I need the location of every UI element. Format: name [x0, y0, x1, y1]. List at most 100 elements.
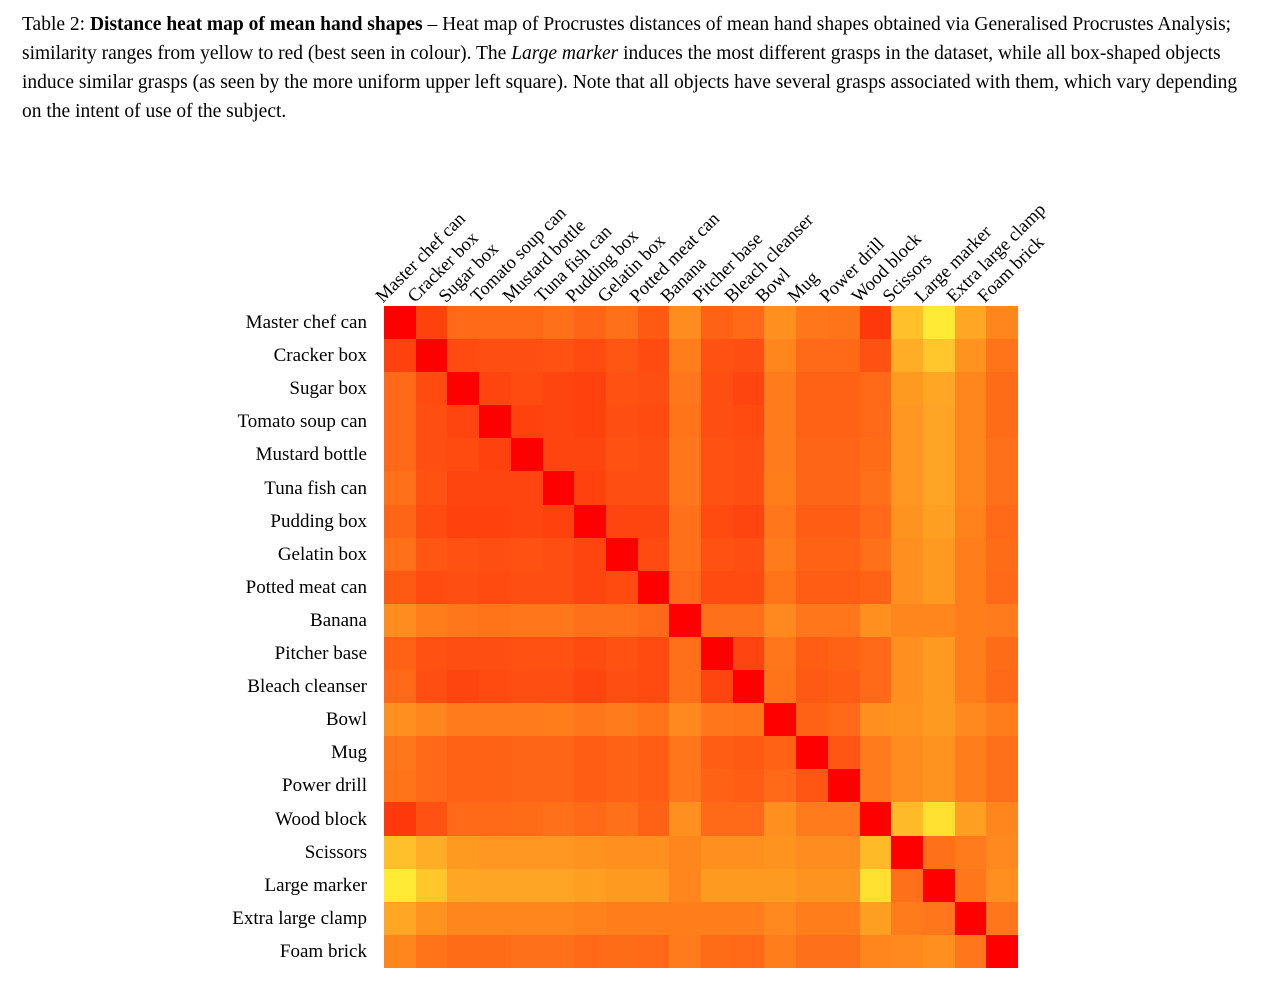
heatmap-cell [574, 835, 606, 869]
heatmap-cell [605, 703, 638, 737]
heatmap-cell [986, 670, 1018, 704]
heatmap-cell [605, 901, 638, 935]
heatmap-cell [764, 835, 797, 869]
heatmap-cell [637, 703, 670, 737]
heatmap-cell [479, 306, 511, 340]
heatmap-cell [669, 802, 701, 836]
heatmap-cell [954, 471, 987, 505]
heatmap-matrix [384, 306, 1018, 968]
heatmap-cell [669, 537, 701, 571]
heatmap-cell [827, 339, 860, 373]
heatmap-cell [986, 537, 1018, 571]
heatmap-cell [859, 405, 892, 439]
heatmap-cell [415, 703, 448, 737]
heatmap-cell [796, 670, 828, 704]
heatmap-cell [447, 504, 480, 538]
heatmap-cell [954, 405, 987, 439]
heatmap-cell [954, 736, 987, 770]
heatmap-cell [415, 570, 448, 604]
heatmap-cell [701, 306, 733, 340]
heatmap-cell [859, 471, 892, 505]
heatmap-cell [669, 901, 701, 935]
heatmap-cell [764, 504, 797, 538]
heatmap-cell [764, 802, 797, 836]
heatmap-cell [859, 438, 892, 472]
heatmap-cell [796, 372, 828, 406]
heatmap-cell [447, 670, 480, 704]
heatmap-cell [637, 868, 670, 902]
heatmap-cell [542, 769, 575, 803]
heatmap-cell [605, 603, 638, 637]
heatmap-plot-area [384, 306, 1018, 968]
heatmap-cell [827, 504, 860, 538]
heatmap-figure: Master chef can Cracker box Sugar box Tomat… [0, 196, 1263, 994]
heatmap-cell [891, 339, 923, 373]
heatmap-cell [574, 372, 606, 406]
heatmap-cell [669, 438, 701, 472]
heatmap-row-axis: Master chef can Cracker box Sugar box Tomat… [40, 306, 376, 968]
heatmap-cell [954, 636, 987, 671]
heatmap-cell [479, 372, 511, 406]
heatmap-cell [827, 405, 860, 439]
heatmap-cell [827, 570, 860, 604]
heatmap-cell [415, 603, 448, 637]
heatmap-cell [605, 835, 638, 869]
heatmap-cell [447, 471, 480, 505]
heatmap-cell [796, 537, 828, 571]
heatmap-cell [415, 835, 448, 869]
heatmap-cell [827, 603, 860, 637]
heatmap-cell [859, 306, 892, 340]
heatmap-cell [732, 471, 765, 505]
heatmap-cell [415, 934, 448, 968]
heatmap-cell [605, 736, 638, 770]
table-caption: Table 2: Distance heat map of mean hand … [22, 10, 1244, 126]
heatmap-cell [859, 570, 892, 604]
heatmap-cell [922, 636, 955, 671]
heatmap-row-label: Cracker box [273, 345, 367, 367]
heatmap-cell [891, 471, 923, 505]
heatmap-cell [447, 769, 480, 803]
heatmap-cell [542, 835, 575, 869]
heatmap-cell [891, 703, 923, 737]
heatmap-cell [922, 306, 955, 340]
heatmap-cell [986, 306, 1018, 340]
heatmap-cell [827, 471, 860, 505]
heatmap-cell [479, 636, 511, 671]
heatmap-cell [796, 306, 828, 340]
heatmap-cell [479, 901, 511, 935]
heatmap-cell [827, 438, 860, 472]
heatmap-cell [764, 339, 797, 373]
heatmap-cell [447, 372, 480, 406]
heatmap-cell [542, 471, 575, 505]
heatmap-cell [479, 471, 511, 505]
heatmap-cell [954, 372, 987, 406]
heatmap-cell [922, 471, 955, 505]
heatmap-cell [384, 868, 416, 902]
heatmap-cell [891, 868, 923, 902]
heatmap-cell [510, 736, 543, 770]
heatmap-cell [796, 868, 828, 902]
heatmap-cell [922, 934, 955, 968]
heatmap-cell [637, 934, 670, 968]
heatmap-cell [510, 703, 543, 737]
heatmap-cell [732, 537, 765, 571]
heatmap-cell [574, 769, 606, 803]
heatmap-cell [827, 868, 860, 902]
heatmap-cell [447, 339, 480, 373]
heatmap-cell [701, 636, 733, 671]
heatmap-cell [796, 438, 828, 472]
heatmap-cell [637, 736, 670, 770]
heatmap-cell [542, 901, 575, 935]
heatmap-cell [859, 703, 892, 737]
heatmap-cell [859, 504, 892, 538]
heatmap-cell [415, 802, 448, 836]
heatmap-cell [384, 471, 416, 505]
heatmap-row-label: Foam brick [279, 940, 367, 962]
heatmap-cell [986, 901, 1018, 935]
heatmap-cell [637, 802, 670, 836]
heatmap-cell [542, 570, 575, 604]
heatmap-cell [827, 802, 860, 836]
heatmap-cell [479, 504, 511, 538]
heatmap-cell [447, 802, 480, 836]
heatmap-cell [669, 736, 701, 770]
